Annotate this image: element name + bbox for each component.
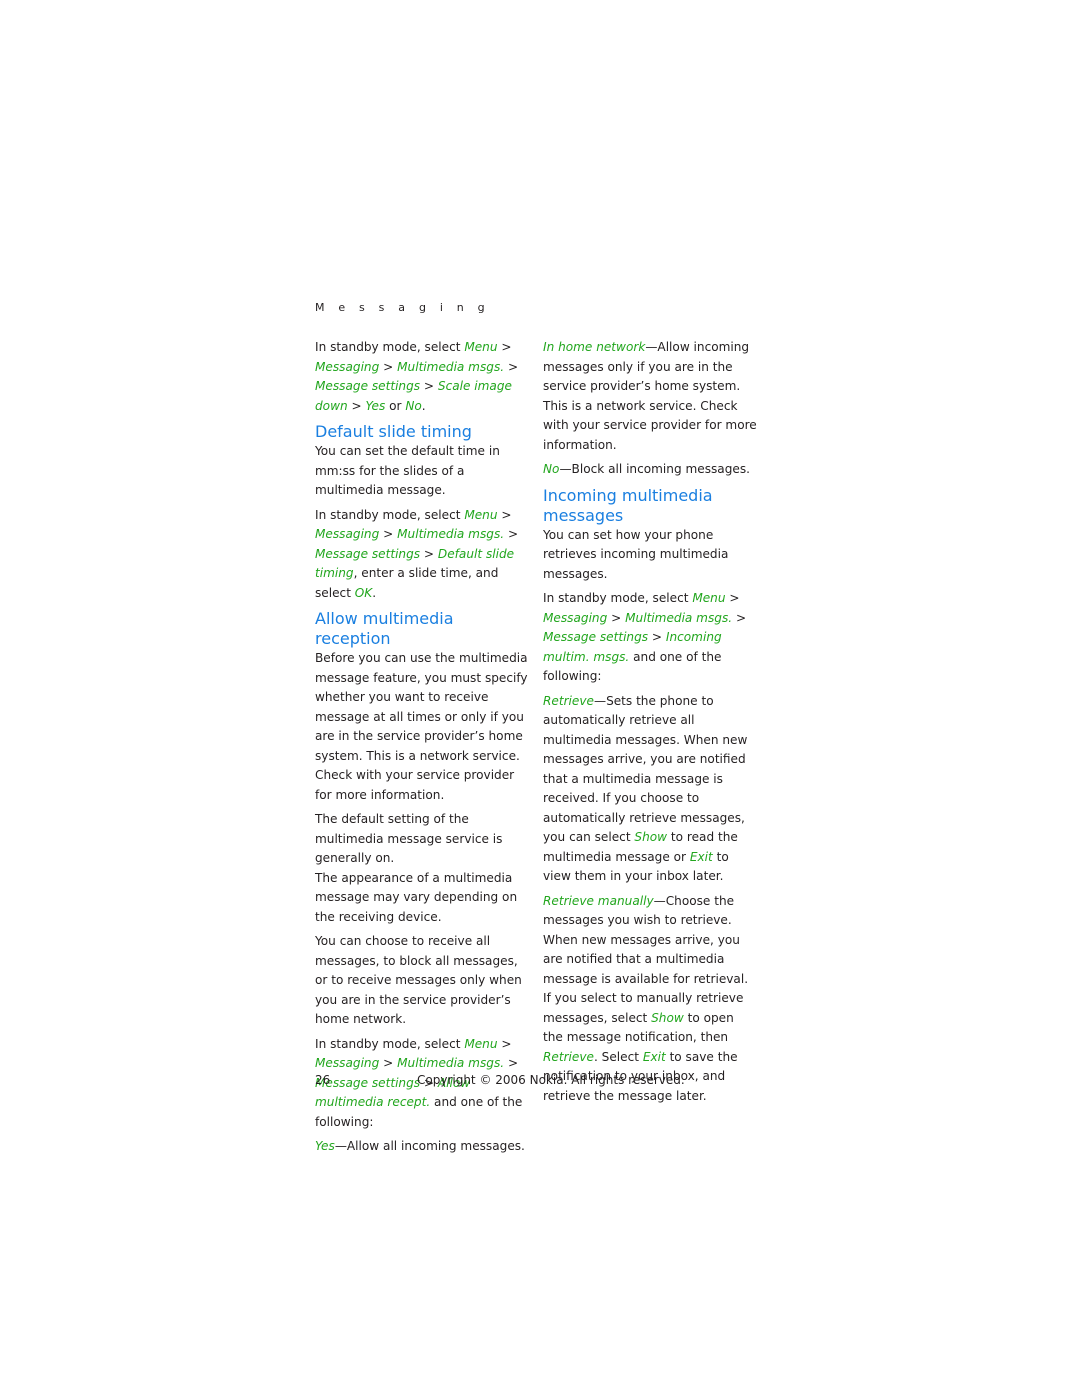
menu-link: Menu bbox=[464, 340, 498, 354]
separator: > bbox=[504, 359, 519, 374]
separator: > bbox=[379, 527, 398, 541]
separator: > bbox=[379, 1056, 398, 1070]
show-option: Show bbox=[651, 1010, 684, 1025]
yes-option: Yes bbox=[365, 398, 386, 413]
text: or bbox=[385, 398, 406, 413]
option-yes-desc: —Allow all incoming messages. bbox=[334, 1139, 525, 1153]
option-home-desc: —Allow incoming messages only if you are… bbox=[543, 340, 757, 452]
incoming-body: You can set how your phone retrieves inc… bbox=[543, 527, 729, 581]
heading-default-slide-timing: Default slide timing bbox=[315, 422, 472, 441]
running-head: M e s s a g i n g bbox=[315, 301, 490, 314]
reception-body-4: You can choose to receive all messages, … bbox=[315, 934, 522, 1026]
option-retrieve-label: Retrieve bbox=[543, 693, 594, 708]
reception-body-3: The appearance of a multimedia message m… bbox=[315, 870, 518, 924]
option-yes: Yes—Allow all incoming messages. bbox=[315, 1137, 529, 1157]
settings-link: Message settings bbox=[315, 1075, 421, 1090]
page-number: 26 bbox=[315, 1073, 331, 1087]
messaging-link: Messaging bbox=[315, 359, 380, 374]
incoming-path: In standby mode, select Menu > Messaging… bbox=[543, 589, 757, 687]
settings-link: Message settings bbox=[543, 630, 649, 644]
option-yes-label: Yes bbox=[315, 1139, 335, 1153]
text: In standby mode, select bbox=[315, 340, 465, 354]
left-column: In standby mode, select Menu > Messaging… bbox=[315, 338, 529, 1162]
show-option: Show bbox=[634, 830, 668, 844]
separator: > bbox=[497, 1036, 512, 1051]
separator: > bbox=[497, 507, 512, 522]
separator: > bbox=[504, 1056, 519, 1070]
mms-link: Multimedia msgs. bbox=[625, 610, 733, 625]
separator: > bbox=[732, 610, 747, 625]
menu-link: Menu bbox=[464, 1036, 498, 1051]
text: In standby mode, select bbox=[315, 1036, 465, 1051]
option-home-network: In home network—Allow incoming messages … bbox=[543, 338, 757, 455]
text: —Choose the messages you wish to retriev… bbox=[543, 893, 749, 1025]
separator: > bbox=[420, 546, 438, 561]
slide-timing-body: You can set the default time in mm:ss fo… bbox=[315, 444, 500, 497]
text: In standby mode, select bbox=[315, 507, 465, 522]
messaging-link: Messaging bbox=[543, 610, 608, 625]
option-home-label: In home network bbox=[543, 340, 646, 354]
text: —Sets the phone to automatically retriev… bbox=[543, 693, 748, 845]
separator: > bbox=[379, 359, 398, 374]
exit-option: Exit bbox=[689, 849, 713, 864]
menu-link: Menu bbox=[464, 507, 498, 522]
mms-link: Multimedia msgs. bbox=[397, 1056, 505, 1070]
right-column: In home network—Allow incoming messages … bbox=[543, 338, 757, 1111]
option-no: No—Block all incoming messages. bbox=[543, 460, 757, 480]
separator: > bbox=[497, 340, 512, 354]
text: In standby mode, select bbox=[543, 591, 693, 605]
reception-body-1: Before you can use the multimedia messag… bbox=[315, 651, 528, 802]
separator: > bbox=[420, 379, 438, 393]
option-retrieve: Retrieve—Sets the phone to automatically… bbox=[543, 692, 757, 887]
settings-link: Message settings bbox=[315, 379, 421, 393]
retrieve-option: Retrieve bbox=[543, 1049, 594, 1064]
messaging-link: Messaging bbox=[315, 1056, 380, 1070]
option-no-desc: —Block all incoming messages. bbox=[559, 462, 750, 476]
separator: > bbox=[607, 610, 626, 625]
slide-timing-path: In standby mode, select Menu > Messaging… bbox=[315, 506, 529, 604]
reception-body-2: The default setting of the multimedia me… bbox=[315, 812, 503, 865]
text: . bbox=[372, 585, 377, 600]
mms-link: Multimedia msgs. bbox=[397, 527, 505, 541]
text: . Select bbox=[593, 1049, 643, 1064]
separator: > bbox=[504, 527, 519, 541]
separator: > bbox=[347, 398, 366, 413]
exit-option: Exit bbox=[642, 1049, 666, 1064]
settings-link: Message settings bbox=[315, 546, 421, 561]
option-manual-label: Retrieve manually bbox=[543, 893, 654, 908]
scale-image-path: In standby mode, select Menu > Messaging… bbox=[315, 338, 529, 416]
text: . bbox=[421, 398, 426, 413]
messaging-link: Messaging bbox=[315, 527, 380, 541]
heading-allow-multimedia-reception: Allow multimedia reception bbox=[315, 609, 454, 648]
separator: > bbox=[725, 591, 740, 605]
heading-incoming-multimedia-messages: Incoming multimedia messages bbox=[543, 485, 713, 525]
separator: > bbox=[648, 630, 666, 644]
no-option: No bbox=[405, 398, 422, 413]
copyright: Copyright © 2006 Nokia. All rights reser… bbox=[417, 1073, 685, 1087]
menu-link: Menu bbox=[692, 591, 726, 605]
mms-link: Multimedia msgs. bbox=[397, 359, 505, 374]
option-no-label: No bbox=[543, 462, 560, 476]
ok-option: OK bbox=[354, 585, 373, 600]
